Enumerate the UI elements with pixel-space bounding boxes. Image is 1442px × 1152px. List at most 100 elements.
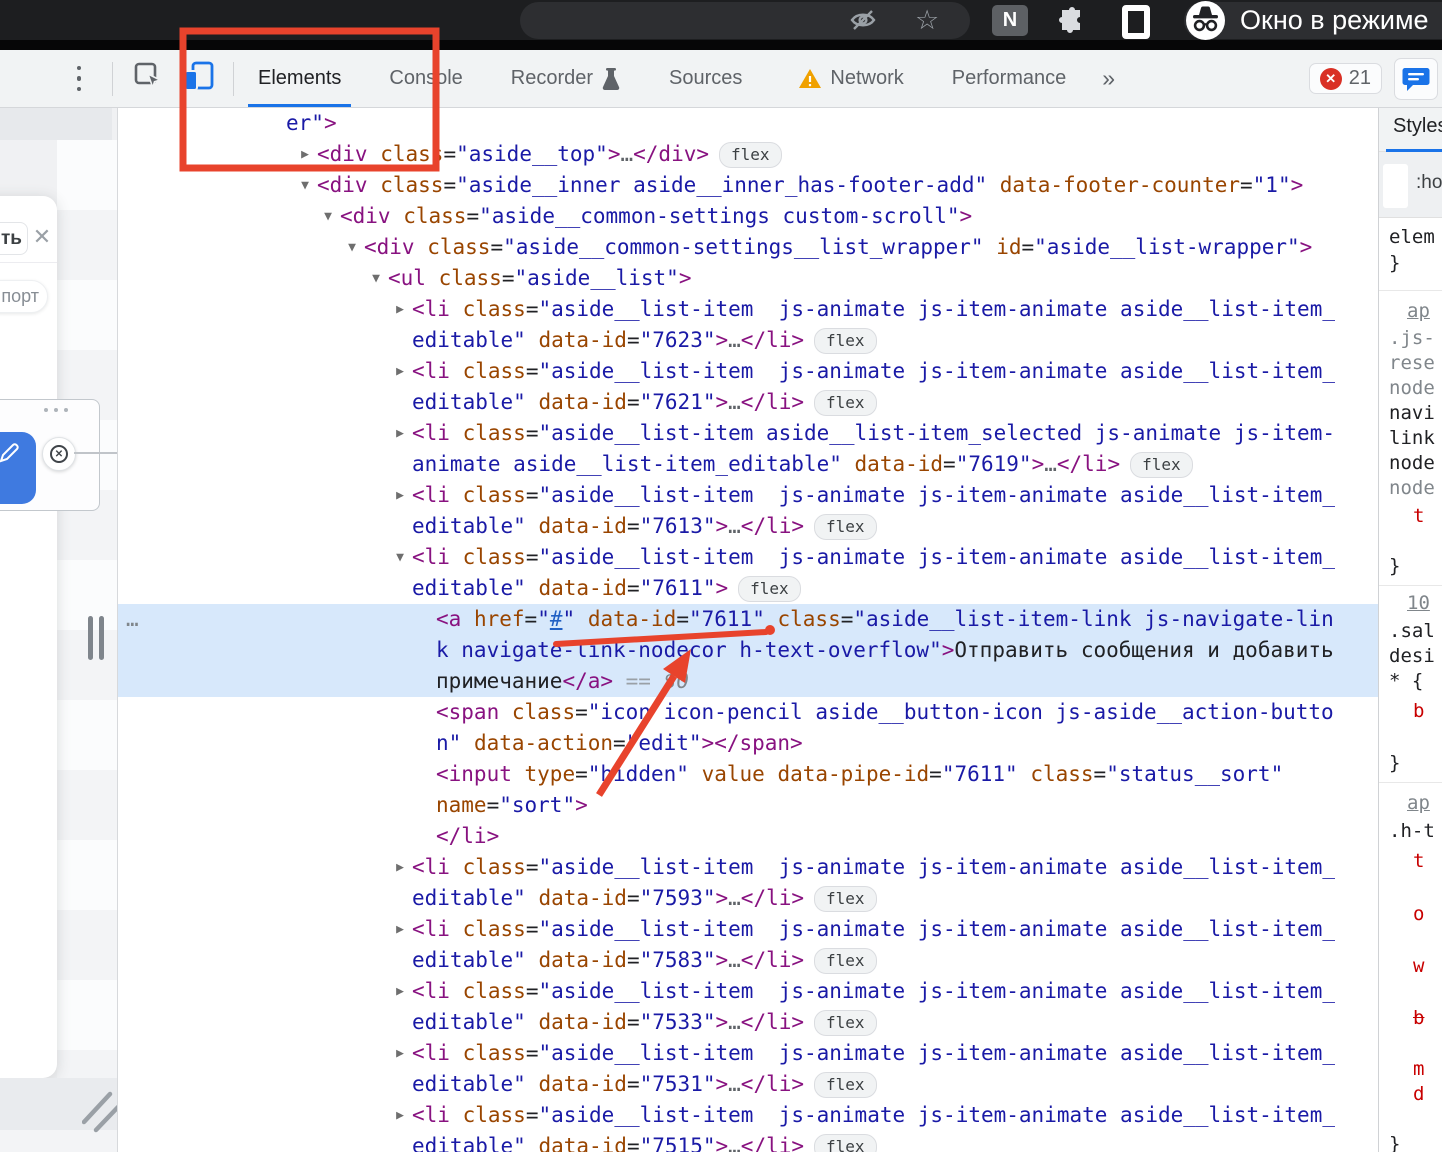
collapse-arrow-icon[interactable]: ▼ [320,201,336,232]
expand-arrow-icon[interactable]: ▶ [392,356,408,387]
dom-tree-line[interactable]: n" data-action="edit"></span> [118,728,1378,759]
dom-tree-line[interactable]: ▼<div class="aside__common-settings cust… [118,201,1378,232]
styles-filter-input[interactable] [1383,164,1408,208]
flex-badge[interactable]: flex [1130,452,1193,478]
tab-recorder[interactable]: Recorder [487,50,645,107]
side-panel-icon[interactable] [1122,5,1150,39]
flex-badge[interactable]: flex [814,390,877,416]
collapse-arrow-icon[interactable]: ▼ [392,542,408,573]
flex-badge[interactable]: flex [814,1072,877,1098]
card-more-icon[interactable] [44,408,68,412]
resize-handle-icon[interactable] [82,1090,117,1134]
dom-tree-line[interactable]: ▶<li class="aside__list-item js-animate … [118,356,1378,387]
expand-arrow-icon[interactable]: ▶ [392,418,408,449]
dom-tree-line[interactable]: animate aside__list-item_editable" data-… [118,449,1378,480]
filter-chip[interactable]: ть [0,222,28,255]
dom-tree-line[interactable]: k navigate-link-nodecor h-text-overflow"… [118,635,1378,666]
tab-network[interactable]: Network [766,50,927,107]
dom-tree-line[interactable]: <input type="hidden" value data-pipe-id=… [118,759,1378,790]
expand-arrow-icon[interactable]: ▶ [392,1100,408,1131]
dom-tree-line[interactable]: ▶<div class="aside__top">…</div>flex [118,139,1378,170]
tab-elements[interactable]: Elements [234,50,365,107]
row-actions-icon[interactable]: … [126,604,141,635]
dom-tree-panel[interactable]: er">▶<div class="aside__top">…</div>flex… [118,108,1378,1152]
dom-tree-line[interactable]: </li> [118,821,1378,852]
dom-tree-line[interactable]: editable" data-id="7611">flex [118,573,1378,604]
dom-tree-line[interactable]: editable" data-id="7515">…</li>flex [118,1131,1378,1152]
flex-badge[interactable]: flex [814,886,877,912]
dom-tree-line[interactable]: ▼<div class="aside__common-settings__lis… [118,232,1378,263]
css-prop[interactable]: d [1413,1083,1424,1105]
feedback-button[interactable] [1394,58,1438,100]
dom-tree-line[interactable]: editable" data-id="7531">…</li>flex [118,1069,1378,1100]
dom-tree-line[interactable]: ▶<li class="aside__list-item js-animate … [118,480,1378,511]
close-icon[interactable]: ✕ [30,222,54,252]
css-propstrike[interactable]: b [1413,1007,1424,1029]
dom-tree-line[interactable]: editable" data-id="7621">…</li>flex [118,387,1378,418]
tab-console[interactable]: Console [365,50,486,107]
dom-tree-line[interactable]: <span class="icon icon-pencil aside__but… [118,697,1378,728]
dom-tree-line[interactable]: …<a href="#" data-id="7611" class="aside… [118,604,1378,635]
collapse-arrow-icon[interactable]: ▼ [368,263,384,294]
flex-badge[interactable]: flex [814,514,877,540]
dom-tree-line[interactable]: er"> [118,108,1378,139]
error-count-badge[interactable]: ✕ 21 [1309,63,1382,94]
inspect-element-icon[interactable] [131,59,165,98]
dom-tree-line[interactable]: editable" data-id="7593">…</li>flex [118,883,1378,914]
extension-n-icon[interactable]: N [992,5,1028,36]
eye-off-icon[interactable] [849,6,877,39]
drag-handle-bar[interactable] [88,616,93,660]
expand-arrow-icon[interactable]: ▶ [392,1038,408,1069]
dom-tree-line[interactable]: ▶<li class="aside__list-item js-animate … [118,1038,1378,1069]
tab-performance[interactable]: Performance [928,50,1091,107]
flex-badge[interactable]: flex [814,1010,877,1036]
more-tabs-chevron[interactable]: » [1090,65,1127,92]
kebab-menu-icon[interactable] [72,66,86,92]
pill-button[interactable]: порт [0,280,48,313]
drag-handle-bar[interactable] [99,616,104,660]
flex-badge[interactable]: flex [738,576,801,602]
flex-badge[interactable]: flex [814,328,877,354]
dom-tree-line[interactable]: ▼<li class="aside__list-item js-animate … [118,542,1378,573]
dom-tree-line[interactable]: ▶<li class="aside__list-item js-animate … [118,914,1378,945]
dom-tree-line[interactable]: ▶<li class="aside__list-item js-animate … [118,976,1378,1007]
flex-badge[interactable]: flex [719,142,782,168]
stage-tile[interactable] [0,432,36,504]
dom-tree-line[interactable]: ▶<li class="aside__list-item js-animate … [118,852,1378,883]
dom-tree-line[interactable]: ▶<li class="aside__list-item js-animate … [118,294,1378,325]
dom-tree-line[interactable]: ▶<li class="aside__list-item js-animate … [118,1100,1378,1131]
remove-badge[interactable]: ✕ [42,437,76,471]
collapse-arrow-icon[interactable]: ▼ [344,232,360,263]
expand-arrow-icon[interactable]: ▶ [392,914,408,945]
dom-tree-line[interactable]: ▼<ul class="aside__list"> [118,263,1378,294]
css-prop[interactable]: w [1413,955,1424,977]
extensions-puzzle-icon[interactable] [1058,7,1086,40]
dom-tree-line[interactable]: примечание</a> == $0 [118,666,1378,697]
toggle-hover-state-button[interactable]: :hov [1416,172,1442,194]
dom-tree-line[interactable]: editable" data-id="7623">…</li>flex [118,325,1378,356]
flex-badge[interactable]: flex [814,1134,877,1152]
dom-tree-line[interactable]: editable" data-id="7583">…</li>flex [118,945,1378,976]
stylesheet-link[interactable]: ap [1407,792,1430,814]
expand-arrow-icon[interactable]: ▶ [297,139,313,170]
collapse-arrow-icon[interactable]: ▼ [297,170,313,201]
expand-arrow-icon[interactable]: ▶ [392,294,408,325]
css-prop[interactable]: o [1413,903,1424,925]
stylesheet-link[interactable]: ap [1407,300,1430,322]
href-link[interactable]: # [550,607,563,631]
dom-tree-line[interactable]: name="sort"> [118,790,1378,821]
css-prop[interactable]: b [1413,700,1424,722]
expand-arrow-icon[interactable]: ▶ [392,852,408,883]
tab-sources[interactable]: Sources [645,50,766,107]
tab-styles[interactable]: Styles [1393,115,1442,138]
expand-arrow-icon[interactable]: ▶ [392,976,408,1007]
dom-tree-line[interactable]: editable" data-id="7533">…</li>flex [118,1007,1378,1038]
css-prop[interactable]: t [1413,505,1424,527]
dom-tree-line[interactable]: ▼<div class="aside__inner aside__inner_h… [118,170,1378,201]
expand-arrow-icon[interactable]: ▶ [392,480,408,511]
flex-badge[interactable]: flex [814,948,877,974]
bookmark-star-icon[interactable]: ☆ [915,6,939,34]
css-prop[interactable]: t [1413,850,1424,872]
stylesheet-link[interactable]: 10 [1407,592,1430,614]
dom-tree-line[interactable]: ▶<li class="aside__list-item aside__list… [118,418,1378,449]
